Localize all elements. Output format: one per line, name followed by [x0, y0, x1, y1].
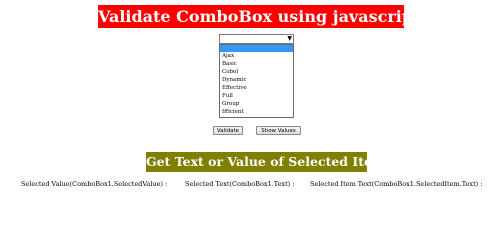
list-item[interactable]: Basic [220, 60, 293, 68]
selected-value-label: Selected Value(ComboBox1.SelectedValue) … [21, 180, 168, 188]
list-item[interactable]: Dynamic [220, 76, 293, 84]
list-item-selected-empty[interactable] [220, 45, 293, 52]
combobox[interactable]: ▼ [219, 34, 294, 44]
selected-item-text-label: Selected Item Text(ComboBox1.SelectedIte… [310, 180, 483, 188]
selected-text-label: Selected Text(ComboBox1.Text) : [185, 180, 295, 188]
list-item[interactable]: Ifficient [220, 108, 293, 116]
combobox-dropdown-list[interactable]: Ajax Basic Cobol Dynamic Effective Full … [219, 44, 294, 118]
section-title: Get Text or Value of Selected Item. [146, 152, 367, 172]
results-row: Selected Value(ComboBox1.SelectedValue) … [0, 178, 500, 190]
list-item[interactable]: Cobol [220, 68, 293, 76]
dropdown-arrow-icon[interactable]: ▼ [287, 35, 292, 43]
list-item[interactable]: Full [220, 92, 293, 100]
page-title: Validate ComboBox using javascript [98, 5, 404, 28]
list-item[interactable]: Group [220, 100, 293, 108]
list-item[interactable]: Effective [220, 84, 293, 92]
show-values-button[interactable]: Show Values [256, 126, 301, 135]
page: Validate ComboBox using javascript ▼ Aja… [0, 0, 500, 208]
validate-button[interactable]: Validate [213, 126, 243, 135]
list-item[interactable]: Ajax [220, 52, 293, 60]
